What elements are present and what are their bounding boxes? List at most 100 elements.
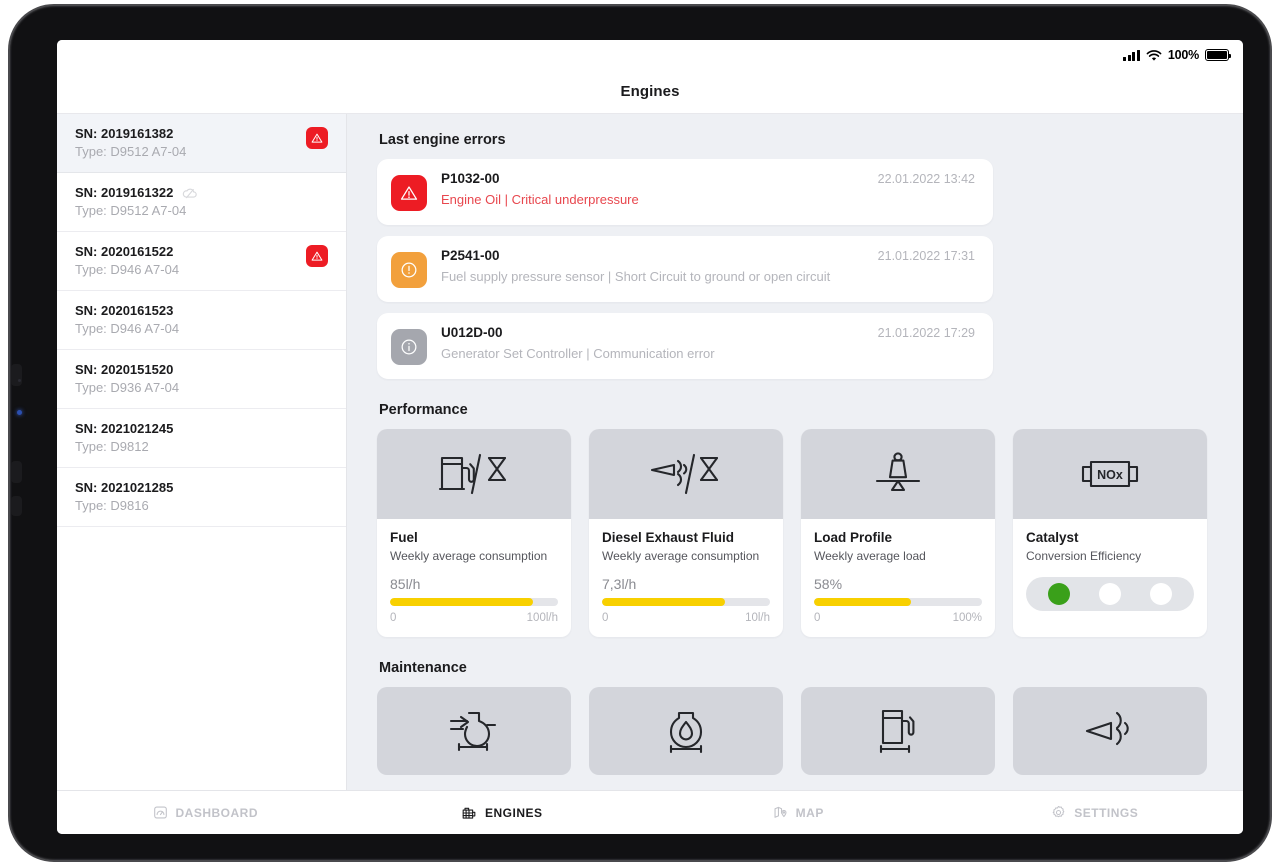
metric-progress-fill	[390, 598, 533, 606]
air-filter-service-icon	[377, 687, 571, 775]
engine-serial-number: SN: 2019161382	[75, 126, 328, 141]
engine-list-sidebar[interactable]: SN: 2019161382 Type: D9512 A7-04 SN: 20191…	[57, 114, 347, 790]
catalyst-status-dot	[1098, 583, 1121, 605]
performance-section-title: Performance	[379, 402, 468, 418]
engine-type-label: Type: D9816	[75, 498, 149, 513]
metric-scale-min: 0	[602, 612, 609, 624]
metric-value: 7,3l/h	[602, 576, 637, 592]
metric-progress-track	[390, 598, 558, 606]
device-indicator-led	[17, 410, 22, 415]
wifi-icon	[1146, 49, 1162, 61]
metric-subtitle: Weekly average consumption	[602, 549, 760, 563]
engine-error-body: U012D-00 21.01.2022 17:29 Generator Set Co…	[441, 325, 975, 365]
performance-card-info: Catalyst Conversion Efficiency	[1013, 519, 1207, 624]
maintenance-section-title: Maintenance	[379, 660, 467, 676]
metric-progress-track	[602, 598, 770, 606]
engine-serial-number: SN: 2019161322	[75, 185, 328, 200]
performance-card[interactable]: NOx Catalyst Conversion Efficiency	[1013, 429, 1207, 637]
performance-card[interactable]: Diesel Exhaust Fluid Weekly average consu…	[589, 429, 783, 637]
engine-error-timestamp: 21.01.2022 17:29	[877, 326, 975, 340]
app-title-bar: Engines	[57, 70, 1243, 114]
metric-subtitle: Conversion Efficiency	[1026, 549, 1142, 563]
nav-item-map[interactable]: MAP	[650, 805, 947, 820]
engine-serial-label: SN: 2021021285	[75, 480, 174, 495]
metric-value: 58%	[814, 576, 843, 592]
nav-item-settings[interactable]: SETTINGS	[947, 805, 1244, 820]
engine-error-card[interactable]: P2541-00 21.01.2022 17:31 Fuel supply pres…	[377, 236, 993, 302]
info-circle-icon	[391, 329, 427, 365]
device-button-volume-up[interactable]	[11, 364, 22, 386]
engine-error-timestamp: 22.01.2022 13:42	[877, 172, 975, 186]
engine-type-label: Type: D9512 A7-04	[75, 203, 187, 218]
nav-item-dashboard[interactable]: DASHBOARD	[57, 805, 354, 820]
engine-alert-badge[interactable]	[306, 127, 328, 149]
tablet-device-frame: 100% Engines SN: 2019161382 Type: D9512 A…	[8, 4, 1272, 862]
engine-list-item[interactable]: SN: 2019161322 Type: D9512 A7-04	[57, 173, 346, 232]
performance-card-info: Fuel Weekly average consumption 85l/h 0 100l…	[377, 519, 571, 637]
cloud-off-icon	[181, 186, 199, 200]
device-button-extra[interactable]	[11, 496, 22, 516]
battery-full-icon	[1205, 49, 1232, 61]
maintenance-card[interactable]	[589, 687, 783, 775]
exclamation-circle-icon	[391, 252, 427, 288]
engine-error-header: P2541-00 21.01.2022 17:31	[441, 248, 975, 263]
metric-scale-max: 10l/h	[745, 612, 770, 624]
engine-serial-label: SN: 2020161523	[75, 303, 174, 318]
engine-serial-label: SN: 2020151520	[75, 362, 174, 377]
engine-serial-label: SN: 2021021245	[75, 421, 174, 436]
exhaust-per-hour-icon	[589, 429, 783, 519]
device-button-volume-down[interactable]	[11, 461, 22, 483]
metric-subtitle: Weekly average consumption	[390, 549, 548, 563]
nav-item-engines[interactable]: ENGINES	[354, 805, 651, 821]
metric-progress-track	[814, 598, 982, 606]
engine-type-label: Type: D946 A7-04	[75, 321, 180, 336]
engine-serial-number: SN: 2020161523	[75, 303, 328, 318]
metric-scale-max: 100l/h	[526, 612, 558, 624]
bottom-navigation-bar: DASHBOARD ENGINES MAP SETTINGS	[57, 790, 1243, 834]
performance-card[interactable]: Load Profile Weekly average load 58% 0 100%	[801, 429, 995, 637]
engine-errors-list: P1032-00 22.01.2022 13:42 Engine Oil | Cri…	[377, 159, 1213, 379]
metric-scale-min: 0	[390, 612, 397, 624]
catalyst-status-dot	[1149, 583, 1172, 605]
engine-error-description: Engine Oil | Critical underpressure	[441, 192, 639, 207]
engine-error-card[interactable]: U012D-00 21.01.2022 17:29 Generator Set Co…	[377, 313, 993, 379]
metric-value: 85l/h	[390, 576, 421, 592]
engine-error-card[interactable]: P1032-00 22.01.2022 13:42 Engine Oil | Cri…	[377, 159, 993, 225]
engine-error-description: Generator Set Controller | Communication…	[441, 346, 715, 361]
maintenance-card[interactable]	[801, 687, 995, 775]
metric-scale: 0 10l/h	[602, 612, 770, 624]
nav-item-label: ENGINES	[484, 805, 543, 820]
engine-alert-badge[interactable]	[306, 245, 328, 267]
engine-list-item[interactable]: SN: 2020161522 Type: D946 A7-04	[57, 232, 346, 291]
engine-list-item[interactable]: SN: 2020161523 Type: D946 A7-04	[57, 291, 346, 350]
performance-card[interactable]: Fuel Weekly average consumption 85l/h 0 100l…	[377, 429, 571, 637]
app-body: SN: 2019161382 Type: D9512 A7-04 SN: 20191…	[57, 114, 1243, 790]
errors-section-title: Last engine errors	[379, 132, 506, 148]
maintenance-card[interactable]	[377, 687, 571, 775]
engine-list-item[interactable]: SN: 2021021245 Type: D9812	[57, 409, 346, 468]
engine-error-body: P1032-00 22.01.2022 13:42 Engine Oil | Cri…	[441, 171, 975, 211]
engine-list-item[interactable]: SN: 2021021285 Type: D9816	[57, 468, 346, 527]
engine-error-body: P2541-00 21.01.2022 17:31 Fuel supply pres…	[441, 248, 975, 288]
main-content-pane[interactable]: Last engine errors P1032-00 22.01.2022 13…	[347, 114, 1243, 790]
engine-error-header: U012D-00 21.01.2022 17:29	[441, 325, 975, 340]
oil-drop-service-icon	[589, 687, 783, 775]
nav-item-label: MAP	[795, 805, 824, 820]
nav-item-label: SETTINGS	[1074, 805, 1139, 820]
tablet-screen: 100% Engines SN: 2019161382 Type: D9512 A…	[57, 40, 1243, 834]
engine-list-item[interactable]: SN: 2020151520 Type: D936 A7-04	[57, 350, 346, 409]
map-pin-icon	[773, 805, 788, 820]
maintenance-card[interactable]	[1013, 687, 1207, 775]
metric-title: Fuel	[390, 530, 418, 545]
device-sensor-dot	[18, 379, 21, 382]
maintenance-card-grid	[377, 687, 1207, 775]
fuel-pump-per-hour-icon	[377, 429, 571, 519]
metric-scale-min: 0	[814, 612, 821, 624]
signal-bars-icon	[1123, 49, 1140, 61]
metric-scale: 0 100l/h	[390, 612, 558, 624]
engine-serial-label: SN: 2020161522	[75, 244, 174, 259]
engine-type-label: Type: D946 A7-04	[75, 262, 180, 277]
engine-list-item[interactable]: SN: 2019161382 Type: D9512 A7-04	[57, 114, 346, 173]
weight-scale-icon	[801, 429, 995, 519]
engine-error-header: P1032-00 22.01.2022 13:42	[441, 171, 975, 186]
